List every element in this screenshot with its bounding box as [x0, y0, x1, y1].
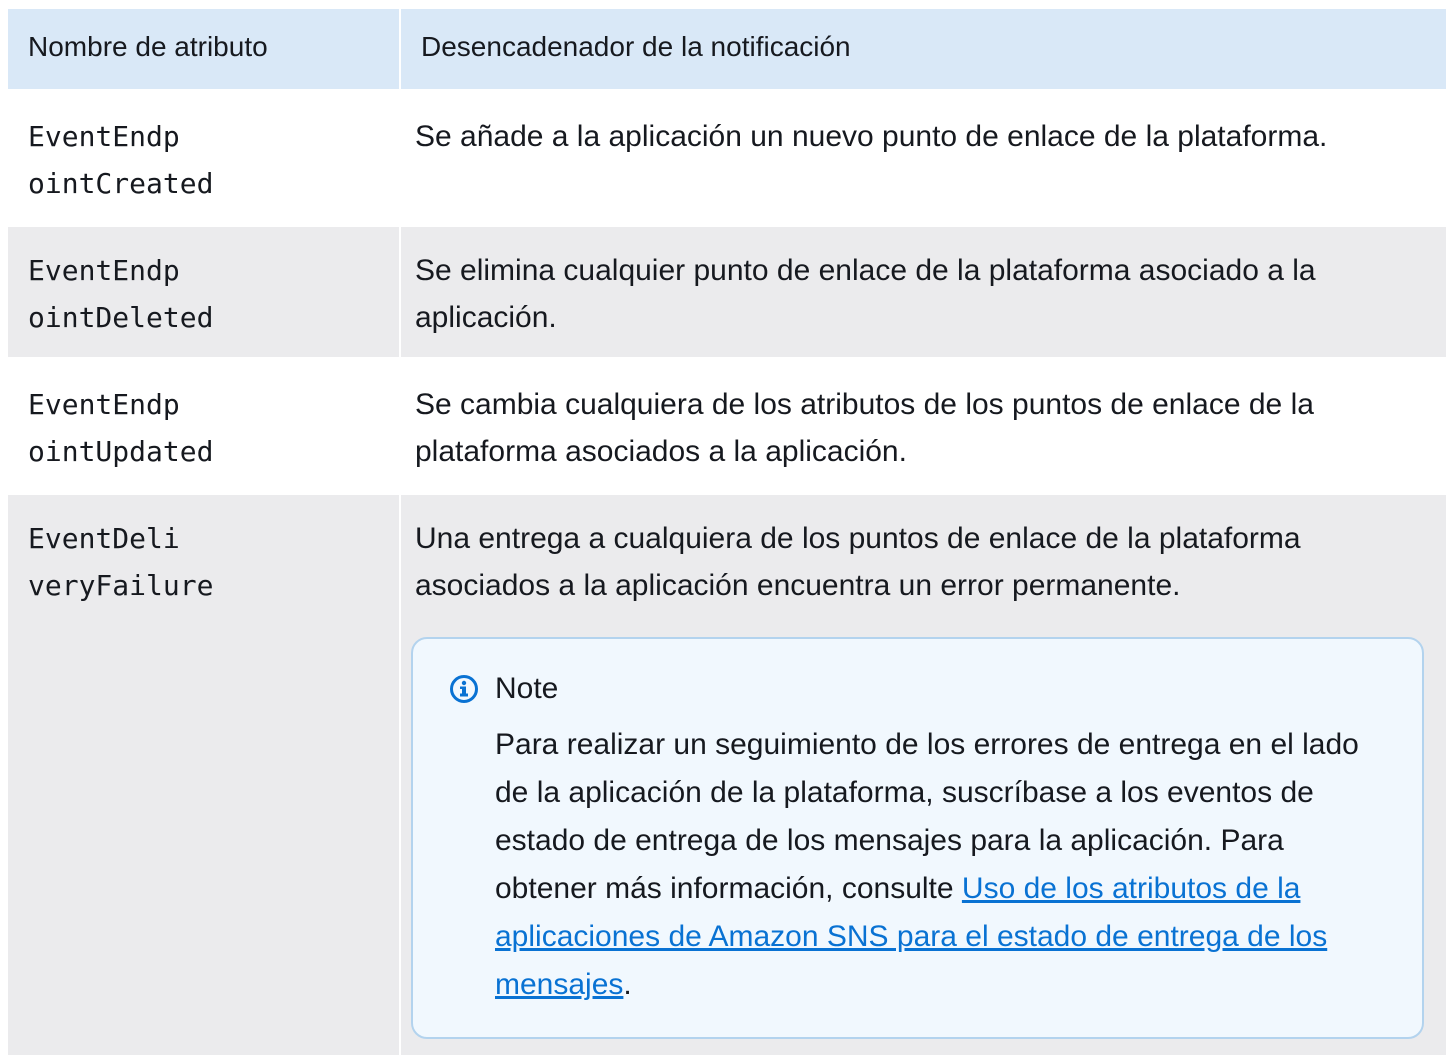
attribute-name-cell: EventEndp ointCreated — [8, 89, 401, 225]
attribute-name-cell: EventEndp ointUpdated — [8, 357, 401, 493]
attribute-name-cell: EventDeli veryFailure — [8, 491, 401, 1055]
note-header: Note — [449, 669, 1386, 709]
info-icon — [449, 674, 479, 704]
note-title: Note — [495, 672, 559, 705]
table-row: EventEndp ointUpdated Se cambia cualquie… — [8, 357, 1446, 493]
trigger-text: Una entrega a cualquiera de los puntos d… — [415, 522, 1301, 602]
header-notification-trigger: Desencadenador de la notificación — [400, 9, 1446, 91]
header-attribute-name: Nombre de atributo — [8, 9, 401, 91]
table-header-row: Nombre de atributo Desencadenador de la … — [8, 9, 1446, 91]
note-callout: Note Para realizar un seguimiento de los… — [411, 637, 1424, 1039]
table-row: EventDeli veryFailure Una entrega a cual… — [8, 491, 1446, 1055]
attribute-name-cell: EventEndp ointDeleted — [8, 223, 401, 359]
note-text-end: . — [623, 968, 632, 1001]
trigger-cell-with-note: Una entrega a cualquiera de los puntos d… — [400, 491, 1446, 1055]
table-row: EventEndp ointDeleted Se elimina cualqui… — [8, 223, 1446, 359]
attributes-table: Nombre de atributo Desencadenador de la … — [8, 9, 1446, 1055]
trigger-cell: Se añade a la aplicación un nuevo punto … — [400, 89, 1446, 225]
trigger-cell: Se elimina cualquier punto de enlace de … — [400, 223, 1446, 359]
trigger-cell: Se cambia cualquiera de los atributos de… — [400, 357, 1446, 493]
note-body: Para realizar un seguimiento de los erro… — [449, 721, 1375, 1009]
table-row: EventEndp ointCreated Se añade a la apli… — [8, 89, 1446, 225]
